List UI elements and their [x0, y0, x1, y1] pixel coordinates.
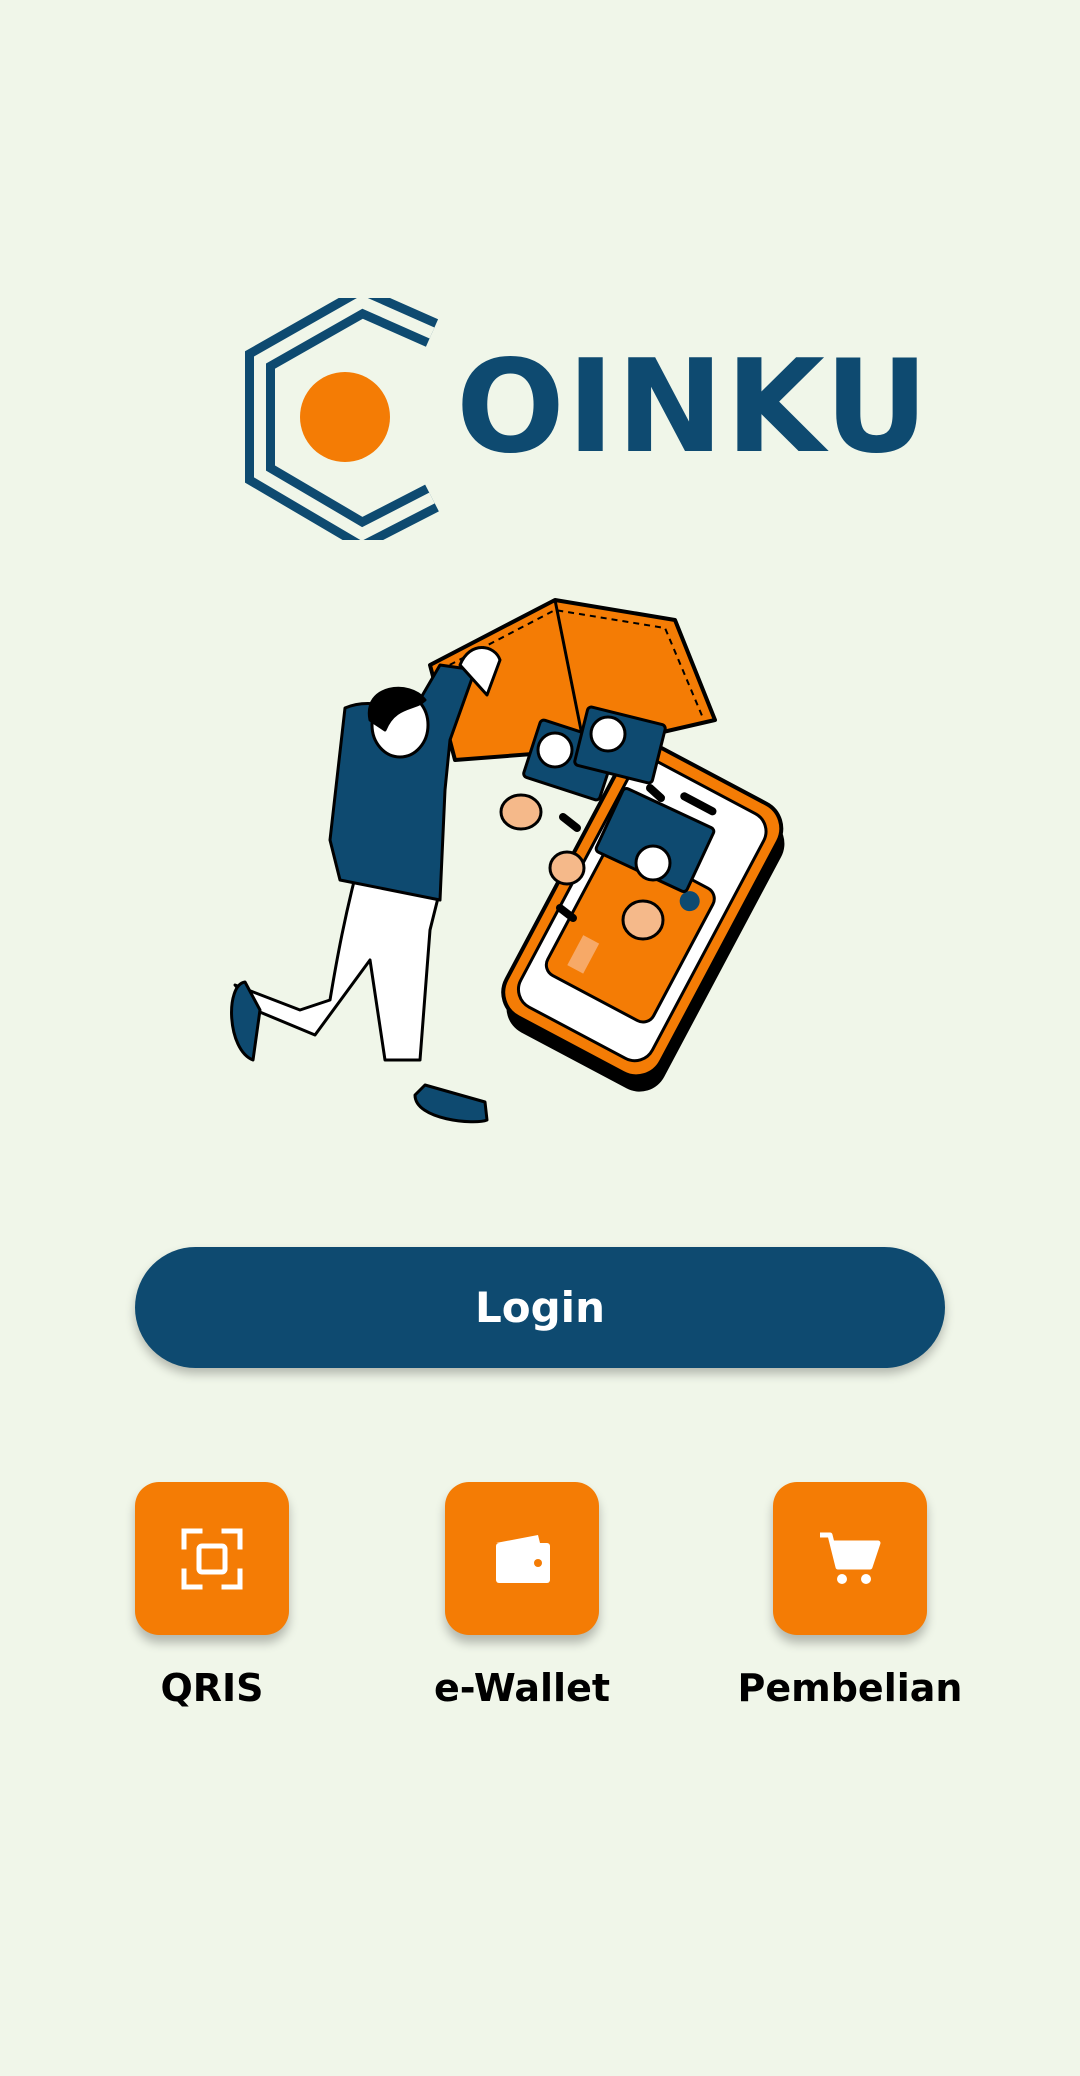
pembelian-button[interactable]: [773, 1482, 927, 1635]
qr-scan-icon: [181, 1528, 243, 1589]
wallet-icon: [496, 1534, 550, 1583]
hexagon-c-logo-icon: [245, 298, 439, 540]
qris-label: QRIS: [160, 1666, 264, 1710]
qris-button[interactable]: [135, 1482, 289, 1635]
login-button[interactable]: Login: [135, 1247, 945, 1368]
logo-wordmark: OINKU: [456, 333, 931, 482]
ewallet-label: e-Wallet: [433, 1666, 611, 1710]
ewallet-button[interactable]: [445, 1482, 599, 1635]
app-logo: OINKU: [232, 298, 928, 540]
pembelian-label: Pembelian: [737, 1666, 963, 1710]
wallet-to-phone-illustration: [230, 598, 785, 1124]
shopping-cart-icon: [820, 1532, 881, 1584]
